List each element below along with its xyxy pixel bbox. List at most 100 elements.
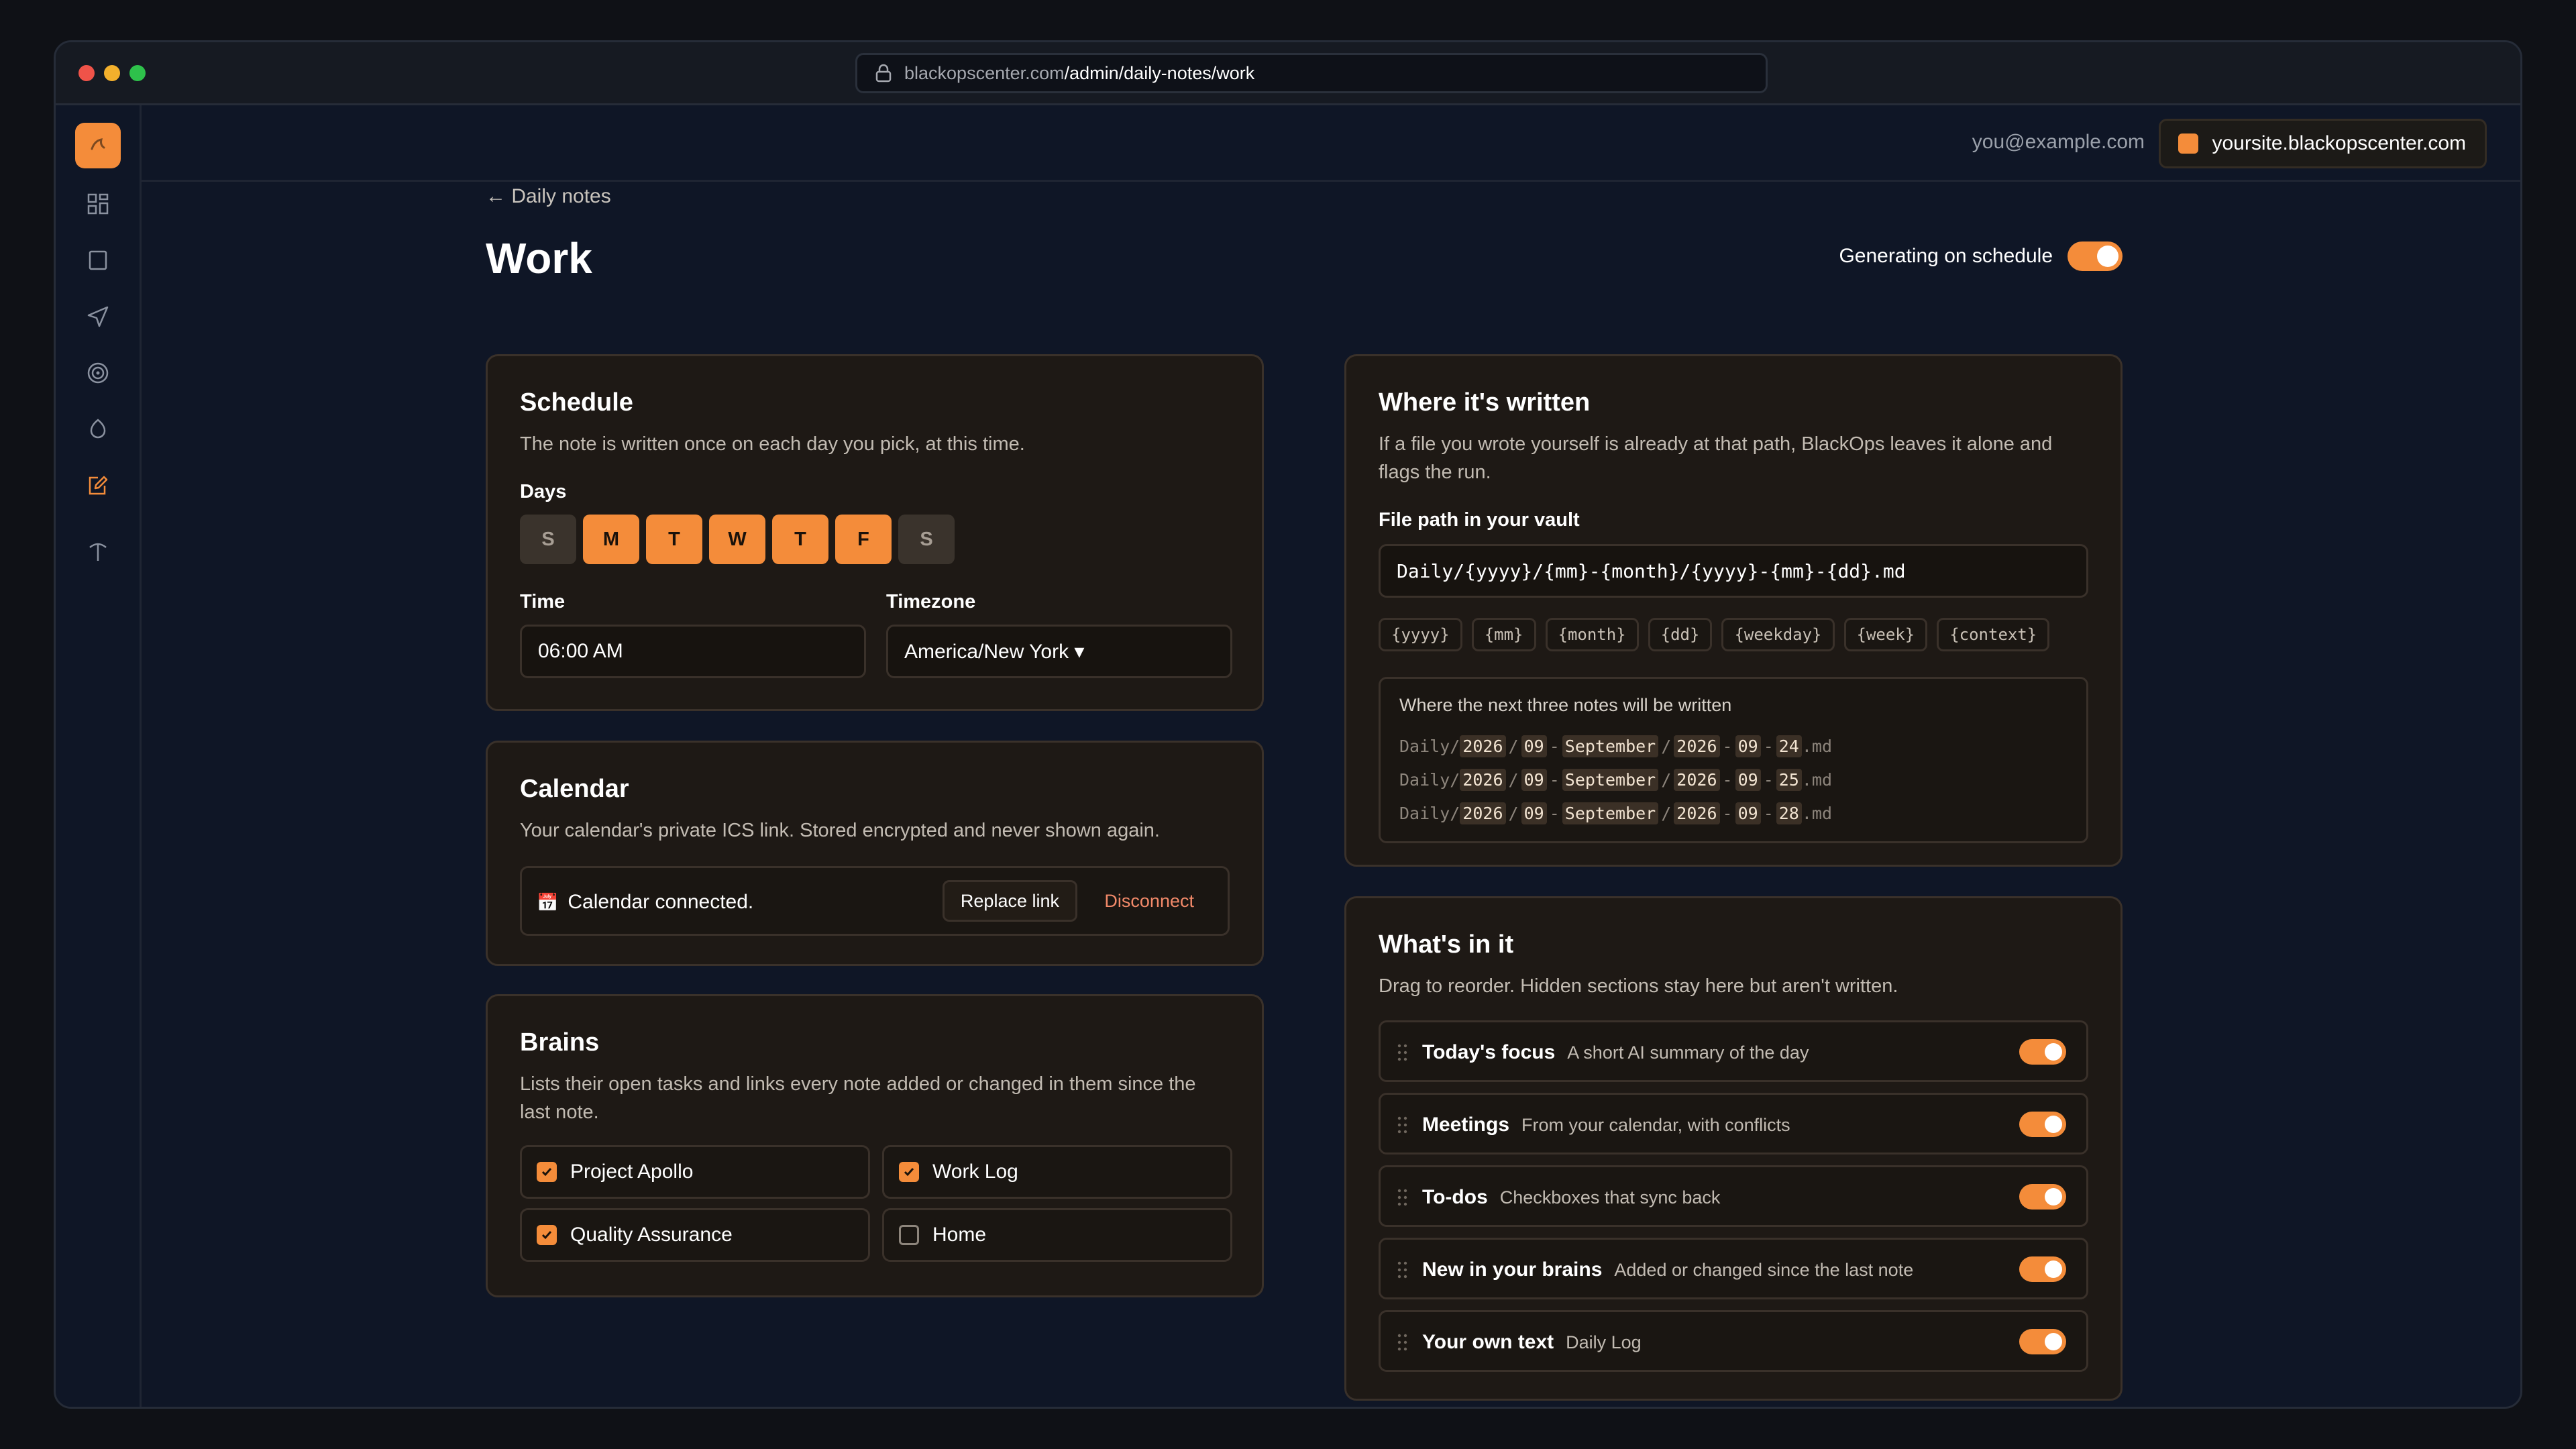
- app-logo[interactable]: [75, 123, 121, 168]
- minimize-window-button[interactable]: [104, 65, 120, 81]
- section-name: Your own text Daily Log: [1422, 1331, 1642, 1353]
- user-email: you@example.com: [1972, 131, 2145, 153]
- checkbox-checked-icon[interactable]: [899, 1162, 919, 1182]
- preview-line: Daily/2026/09- September/2026-09-28 .md: [1399, 802, 1833, 824]
- day-toggle-friday[interactable]: F: [835, 515, 892, 564]
- drag-handle-icon[interactable]: [1397, 1260, 1409, 1280]
- where-description-line1: If a file you wrote yourself is already …: [1379, 433, 2053, 455]
- brains-description-line1: Lists their open tasks and links every n…: [520, 1073, 1196, 1095]
- pin-icon[interactable]: [83, 536, 113, 567]
- file-path-input[interactable]: Daily/{yyyy}/{mm}-{month}/{yyyy}-{mm}-{d…: [1379, 544, 2088, 598]
- section-toggle[interactable]: [2019, 1112, 2066, 1137]
- lock-icon: [875, 64, 892, 83]
- day-toggle-tuesday[interactable]: T: [646, 515, 702, 564]
- token-chip[interactable]: {week}: [1843, 618, 1928, 651]
- path-preview: Where the next three notes will be writt…: [1379, 677, 2088, 843]
- drag-handle-icon[interactable]: [1397, 1115, 1409, 1135]
- calendar-title: Calendar: [520, 775, 629, 803]
- page-title: Work: [486, 234, 592, 282]
- section-description: A short AI summary of the day: [1567, 1042, 1809, 1063]
- section-row[interactable]: To-dos Checkboxes that sync back: [1379, 1165, 2088, 1227]
- dashboard-icon[interactable]: [83, 189, 113, 219]
- section-description: From your calendar, with conflicts: [1521, 1115, 1790, 1135]
- close-window-button[interactable]: [78, 65, 95, 81]
- brain-option[interactable]: Home: [882, 1208, 1232, 1262]
- day-toggle-wednesday[interactable]: W: [709, 515, 765, 564]
- path-tokens: {yyyy} {mm} {month} {dd} {weekday} {week…: [1379, 618, 2050, 651]
- section-description: Added or changed since the last note: [1614, 1260, 1914, 1280]
- brains-title: Brains: [520, 1028, 600, 1057]
- day-toggle-sunday[interactable]: S: [520, 515, 576, 564]
- target-icon[interactable]: [83, 358, 113, 388]
- calendar-status: 📅 Calendar connected.: [537, 891, 753, 914]
- drag-handle-icon[interactable]: [1397, 1187, 1409, 1208]
- time-label: Time: [520, 591, 566, 612]
- schedule-description: The note is written once on each day you…: [520, 433, 1025, 455]
- schedule-card: Schedule The note is written once on eac…: [486, 354, 1264, 711]
- where-description-line2: flags the run.: [1379, 462, 1491, 483]
- brain-label: Home: [932, 1224, 987, 1246]
- square-icon[interactable]: [83, 245, 113, 276]
- logo-icon: [91, 138, 105, 150]
- brain-option[interactable]: Quality Assurance: [520, 1208, 870, 1262]
- token-chip[interactable]: {yyyy}: [1379, 618, 1462, 651]
- day-toggle-saturday[interactable]: S: [898, 515, 955, 564]
- schedule-title: Schedule: [520, 388, 633, 417]
- section-row[interactable]: New in your brains Added or changed since…: [1379, 1238, 2088, 1299]
- time-input[interactable]: 06:00 AM: [520, 625, 866, 678]
- token-chip[interactable]: {month}: [1545, 618, 1639, 651]
- section-name: Meetings From your calendar, with conflic…: [1422, 1114, 1790, 1136]
- replace-link-button[interactable]: Replace link: [942, 880, 1077, 922]
- preview-line: Daily/2026/09- September/2026-09-24 .md: [1399, 735, 1833, 757]
- brain-option[interactable]: Project Apollo: [520, 1145, 870, 1199]
- preview-title: Where the next three notes will be writt…: [1399, 695, 1732, 715]
- where-card: Where it's written If a file you wrote y…: [1344, 354, 2123, 867]
- topbar: you@example.com yoursite.blackopscenter.…: [142, 105, 2520, 182]
- drop-icon[interactable]: [83, 414, 113, 445]
- section-name: Today's focus A short AI summary of the d…: [1422, 1041, 1809, 1063]
- preview-line: Daily/2026/09- September/2026-09-25 .md: [1399, 769, 1833, 791]
- drag-handle-icon[interactable]: [1397, 1042, 1409, 1063]
- day-toggle-monday[interactable]: M: [583, 515, 639, 564]
- section-toggle[interactable]: [2019, 1039, 2066, 1065]
- site-switcher-button[interactable]: yoursite.blackopscenter.com: [2159, 119, 2487, 168]
- day-toggle-thursday[interactable]: T: [772, 515, 828, 564]
- token-chip[interactable]: {dd}: [1648, 618, 1713, 651]
- maximize-window-button[interactable]: [129, 65, 146, 81]
- schedule-toggle[interactable]: [2068, 241, 2123, 271]
- disconnect-button[interactable]: Disconnect: [1104, 891, 1194, 912]
- brain-label: Quality Assurance: [570, 1224, 733, 1246]
- section-name: To-dos Checkboxes that sync back: [1422, 1186, 1721, 1208]
- drag-handle-icon[interactable]: [1397, 1332, 1409, 1352]
- back-link[interactable]: ← Daily notes: [486, 185, 611, 208]
- token-chip[interactable]: {weekday}: [1721, 618, 1835, 651]
- token-chip[interactable]: {mm}: [1471, 618, 1536, 651]
- section-description: Checkboxes that sync back: [1499, 1187, 1721, 1208]
- checkbox-checked-icon[interactable]: [537, 1162, 557, 1182]
- where-description: If a file you wrote yourself is already …: [1379, 430, 2052, 486]
- section-toggle[interactable]: [2019, 1329, 2066, 1354]
- send-icon[interactable]: [83, 301, 113, 332]
- brain-option[interactable]: Work Log: [882, 1145, 1232, 1199]
- section-row[interactable]: Today's focus A short AI summary of the d…: [1379, 1020, 2088, 1082]
- day-picker: S M T W T F S: [520, 515, 955, 564]
- schedule-toggle-label: Generating on schedule: [1839, 245, 2053, 267]
- edit-note-icon[interactable]: [83, 470, 113, 501]
- section-row[interactable]: Meetings From your calendar, with conflic…: [1379, 1093, 2088, 1155]
- url-path: /admin/daily-notes/work: [1064, 62, 1255, 83]
- token-chip[interactable]: {context}: [1937, 618, 2050, 651]
- contents-title: What's in it: [1379, 930, 1514, 959]
- browser-window: blackopscenter.com/admin/daily-notes/wor…: [54, 40, 2522, 1409]
- section-row[interactable]: Your own text Daily Log: [1379, 1310, 2088, 1372]
- section-toggle[interactable]: [2019, 1256, 2066, 1282]
- days-label: Days: [520, 481, 567, 502]
- section-toggle[interactable]: [2019, 1184, 2066, 1210]
- address-bar[interactable]: blackopscenter.com/admin/daily-notes/wor…: [855, 53, 1768, 93]
- contents-description: Drag to reorder. Hidden sections stay he…: [1379, 975, 1898, 997]
- checkbox-checked-icon[interactable]: [537, 1225, 557, 1245]
- timezone-select[interactable]: America/New York ▾: [886, 625, 1232, 678]
- brains-card: Brains Lists their open tasks and links …: [486, 994, 1264, 1297]
- site-color-icon: [2178, 133, 2199, 154]
- url-domain: blackopscenter.com: [904, 62, 1065, 83]
- checkbox-unchecked-icon[interactable]: [899, 1225, 919, 1245]
